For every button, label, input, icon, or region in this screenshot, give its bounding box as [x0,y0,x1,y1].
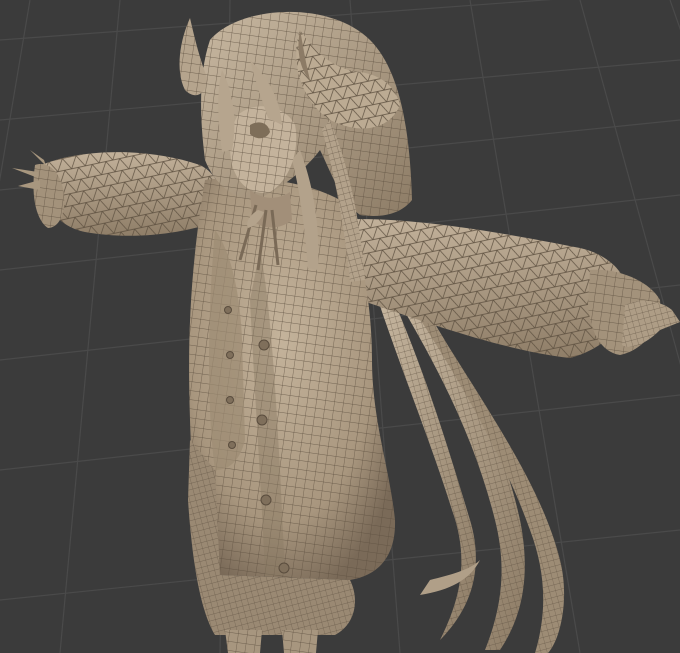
3d-viewport[interactable] [0,0,680,653]
sleeve-left [12,150,224,236]
viewport-canvas[interactable] [0,0,680,653]
